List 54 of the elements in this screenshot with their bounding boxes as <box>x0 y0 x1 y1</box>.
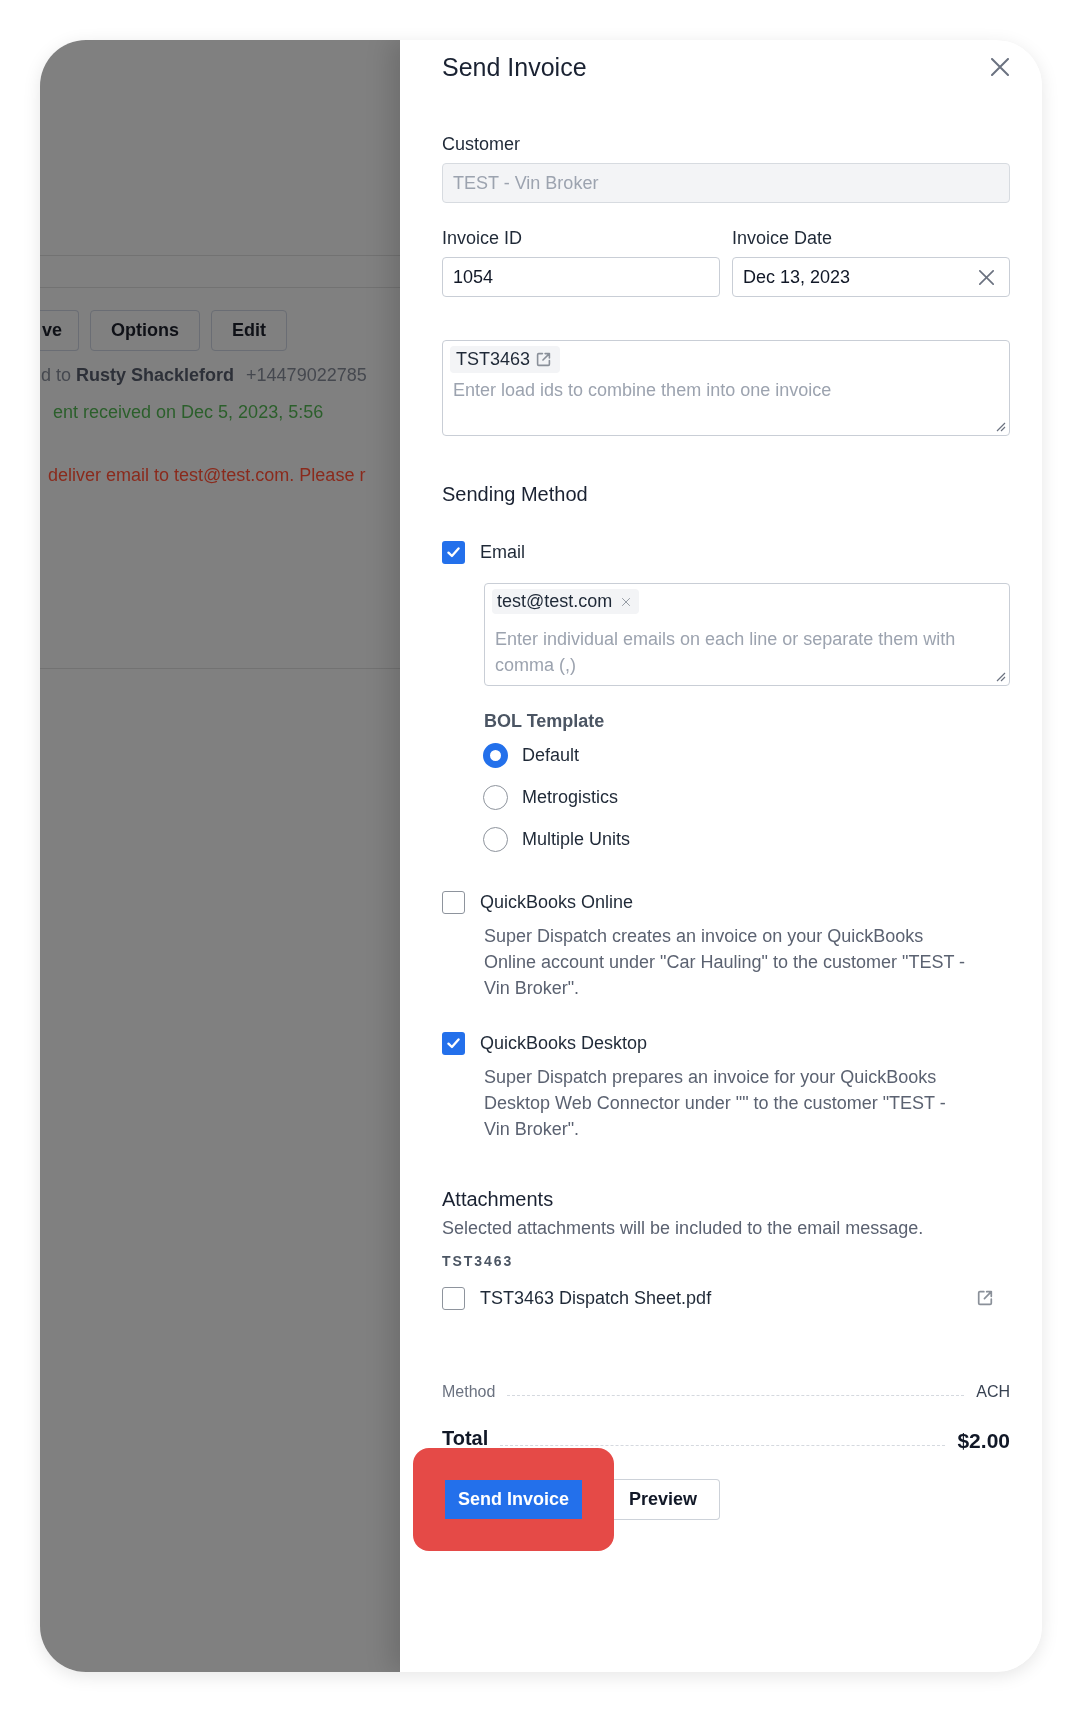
check-icon <box>447 546 460 558</box>
checkbox[interactable] <box>442 540 465 564</box>
group-label: BOL Template <box>484 710 605 733</box>
check-icon <box>447 1037 460 1049</box>
email-recipients-field[interactable]: test@test.com Enter individual emails on each line or separate them with comma (,) <box>484 583 1010 686</box>
field-label: Customer <box>442 133 521 156</box>
section-subtitle: Selected attachments will be included to the email message. <box>442 1217 924 1240</box>
load-ids-field[interactable]: TST3463 Enter load ids to combine them into one invoice <box>442 340 1010 436</box>
load-id-tag[interactable]: TST3463 <box>450 346 561 373</box>
toolbar-button[interactable]: Options <box>90 310 201 351</box>
summary-label: Method <box>442 1382 496 1402</box>
checkbox-label: QuickBooks Desktop <box>480 1032 648 1055</box>
field-label: Invoice ID <box>442 227 523 250</box>
checkbox-label: QuickBooks Online <box>480 891 634 914</box>
resize-grip-icon[interactable] <box>996 422 1006 432</box>
summary-value: ACH <box>976 1382 1010 1402</box>
checkbox[interactable] <box>442 890 465 914</box>
resize-grip-icon[interactable] <box>996 672 1006 682</box>
checkbox-label: Email <box>480 541 525 564</box>
checkbox[interactable] <box>442 1031 465 1055</box>
option-description: Super Dispatch creates an invoice on your QuickBooks Online account under "Car Hauling" to the customer "TEST - Vin Broker". <box>484 925 967 1000</box>
driver-assignment-text: d to Rusty Shackleford <box>41 364 235 387</box>
close-button[interactable] <box>991 58 1009 76</box>
radio-label: Multiple Units <box>522 828 631 851</box>
section-heading: Sending Method <box>442 482 588 507</box>
radio-label: Default <box>522 744 580 767</box>
field-label: Invoice Date <box>732 227 833 250</box>
toolbar-button[interactable]: ve <box>40 310 80 351</box>
radio-button[interactable] <box>483 784 508 810</box>
secondary-button[interactable]: Preview <box>614 1479 721 1520</box>
external-link-icon[interactable] <box>977 1290 993 1306</box>
radio-button[interactable] <box>483 826 508 852</box>
primary-button[interactable]: Send Invoice <box>445 1480 583 1519</box>
radio-button[interactable] <box>483 742 508 768</box>
date-field[interactable]: Dec 13, 2023 <box>732 257 1010 297</box>
section-heading: Attachments <box>442 1187 554 1212</box>
invoice-id-field[interactable]: 1054 <box>442 257 720 297</box>
error-message: deliver email to test@test.com. Please r <box>48 464 366 487</box>
payment-status-text: ent received on Dec 5, 2023, 5:56 <box>53 401 324 424</box>
attachment-name: TST3463 Dispatch Sheet.pdf <box>480 1287 712 1310</box>
phone-number: +14479022785 <box>246 364 367 387</box>
close-icon <box>991 58 1009 76</box>
drawer-title: Send Invoice <box>442 52 587 83</box>
total-value: $2.00 <box>957 1428 1010 1454</box>
radio-label: Metrogistics <box>522 786 619 809</box>
clear-icon[interactable] <box>979 269 994 285</box>
group-heading: TST3463 <box>442 1252 514 1270</box>
option-description: Super Dispatch prepares an invoice for your QuickBooks Desktop Web Connector under "" to the customer "TEST - Vin Broker". <box>484 1066 947 1141</box>
email-tag[interactable]: test@test.com <box>492 589 640 614</box>
remove-icon[interactable] <box>622 597 631 606</box>
toolbar-button[interactable]: Edit <box>211 310 288 351</box>
total-label: Total <box>442 1426 489 1450</box>
external-link-icon[interactable] <box>536 352 552 367</box>
checkbox[interactable] <box>442 1286 465 1310</box>
